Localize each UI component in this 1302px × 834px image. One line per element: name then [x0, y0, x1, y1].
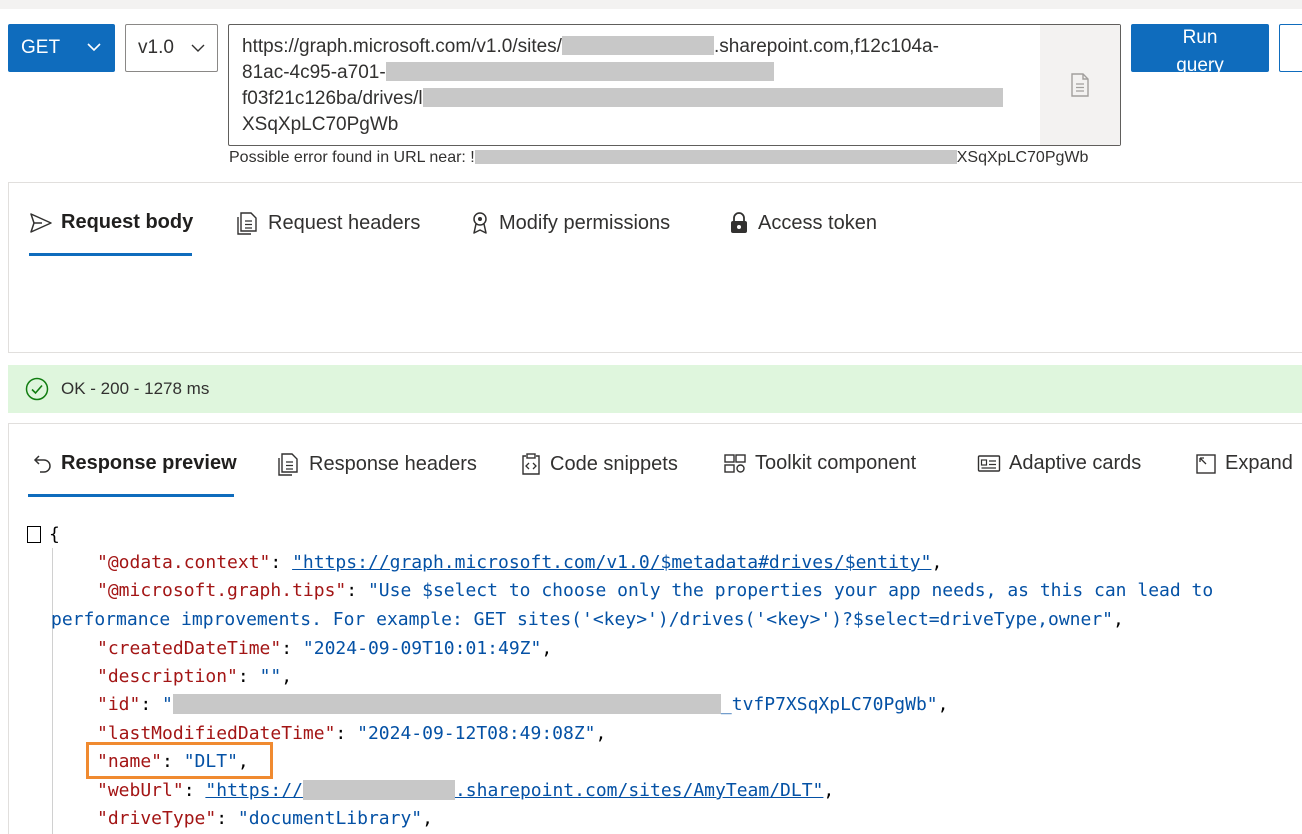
url-line-3: f03f21c126ba/drives/l — [242, 88, 423, 109]
json-key: "lastModifiedDateTime" — [97, 723, 336, 744]
url-line-1b: .sharepoint.com,f12c104a- — [713, 36, 939, 57]
json-line-weburl: "webUrl": "https://.sharepoint.com/sites… — [97, 780, 835, 801]
redacted-block — [385, 62, 774, 81]
code-clipboard-icon — [522, 453, 540, 475]
url-error-message: Possible error found in URL near: ! XSqXp… — [229, 149, 1088, 167]
http-method-dropdown[interactable]: GET — [8, 24, 115, 72]
json-value: " — [162, 694, 173, 715]
check-circle-icon — [25, 377, 49, 401]
json-value: "2024-09-12T08:49:08Z" — [357, 723, 596, 744]
json-link[interactable]: .sharepoint.com/sites/AmyTeam/DLT" — [455, 780, 823, 801]
json-value: "2024-09-09T10:01:49Z" — [302, 638, 542, 659]
json-line-created: "createdDateTime": "2024-09-09T10:01:49Z… — [97, 638, 553, 659]
tab-request-body[interactable]: Request body — [29, 211, 193, 234]
url-line-1: https://graph.microsoft.com/v1.0/sites/ — [242, 36, 562, 57]
json-line-id: "id": " _tvfP7XSqXpLC70PgWb", — [97, 694, 949, 715]
json-value: _tvfP7XSqXpLC70PgWb" — [720, 694, 938, 715]
url-text: https://graph.microsoft.com/v1.0/sites/.… — [242, 34, 1003, 138]
tab-adaptive-cards[interactable]: Adaptive cards — [977, 452, 1141, 475]
json-key: "id" — [97, 694, 141, 715]
tab-label: Adaptive cards — [1009, 452, 1142, 474]
toolkit-icon — [724, 453, 746, 473]
active-tab-indicator — [28, 494, 234, 497]
json-line-context: "@odata.context": "https://graph.microso… — [97, 552, 943, 573]
redacted-block — [302, 780, 455, 800]
highlight-box — [86, 742, 273, 779]
json-link[interactable]: "https://graph.microsoft.com/v1.0/$metad… — [292, 552, 931, 573]
headers-doc-icon — [278, 453, 298, 476]
json-value: "" — [259, 666, 282, 687]
tab-code-snippets[interactable]: Code snippets — [520, 452, 678, 476]
lock-icon — [731, 212, 747, 233]
tab-label: Response preview — [61, 452, 237, 474]
send-icon — [30, 212, 52, 233]
redacted-block — [422, 88, 1003, 107]
tab-label: Access token — [758, 211, 877, 234]
json-line-drivetype: "driveType": "documentLibrary", — [97, 808, 433, 829]
headers-doc-icon — [237, 212, 257, 235]
chevron-down-icon — [191, 44, 205, 52]
chevron-down-icon — [87, 43, 101, 52]
undo-arrow-icon — [33, 454, 51, 473]
run-query-button[interactable]: Run query — [1131, 24, 1269, 72]
json-key: "@odata.context" — [97, 552, 271, 573]
json-key: "webUrl" — [97, 780, 184, 801]
tab-label: Toolkit component — [755, 452, 917, 474]
json-open-brace: { — [49, 524, 60, 545]
url-line-2: 81ac-4c95-a701- — [242, 62, 386, 83]
tab-toolkit-component[interactable]: Toolkit component — [723, 452, 916, 475]
json-link[interactable]: "https:// — [205, 780, 303, 801]
tab-label: Response headers — [309, 452, 477, 475]
indent-guide — [52, 548, 53, 834]
tab-response-headers[interactable]: Response headers — [277, 452, 477, 476]
card-icon — [977, 454, 1001, 472]
json-value: "Use $select to choose only the properti… — [367, 580, 1214, 601]
redacted-block — [561, 36, 714, 55]
tab-label: Code snippets — [550, 452, 678, 475]
url-error-suffix: XSqXpLC70PgWb — [956, 149, 1089, 166]
tab-label: Request headers — [268, 211, 421, 234]
response-status-bar: OK - 200 - 1278 ms — [8, 365, 1302, 413]
http-method-label: GET — [21, 37, 61, 58]
tab-expand[interactable]: Expand — [1195, 452, 1293, 475]
json-line-tips: "@microsoft.graph.tips": "Use $select to… — [97, 580, 1214, 601]
json-value: "documentLibrary" — [237, 808, 423, 829]
tab-modify-permissions[interactable]: Modify permissions — [469, 211, 670, 235]
tab-label: Request body — [61, 211, 194, 233]
url-line-4: XSqXpLC70PgWb — [242, 114, 399, 135]
version-dropdown[interactable]: v1.0 — [125, 24, 218, 72]
tab-response-preview[interactable]: Response preview — [33, 452, 237, 475]
json-line-tips-cont: performance improvements. For example: G… — [51, 609, 1124, 630]
document-button[interactable] — [1040, 25, 1120, 145]
top-strip — [0, 0, 1302, 9]
collapse-toggle[interactable] — [27, 526, 41, 543]
tab-label: Modify permissions — [499, 211, 671, 234]
redacted-block — [474, 150, 957, 164]
json-key: "@microsoft.graph.tips" — [97, 580, 347, 601]
url-error-prefix: Possible error found in URL near: ! — [229, 149, 475, 166]
json-value: performance improvements. For example: G… — [51, 609, 1114, 630]
run-query-label: Run query — [1176, 27, 1224, 72]
share-query-button[interactable] — [1279, 24, 1302, 72]
active-tab-indicator — [29, 253, 192, 256]
request-url-input[interactable]: https://graph.microsoft.com/v1.0/sites/.… — [228, 24, 1121, 146]
tab-label: Expand — [1225, 452, 1293, 474]
permissions-icon — [473, 212, 487, 234]
tab-access-token[interactable]: Access token — [728, 211, 877, 235]
request-panel: Request body Request headers Modify perm… — [8, 182, 1302, 353]
document-icon — [1071, 73, 1089, 97]
version-label: v1.0 — [138, 37, 174, 58]
status-text: OK - 200 - 1278 ms — [61, 379, 210, 398]
json-line-modified: "lastModifiedDateTime": "2024-09-12T08:4… — [97, 723, 607, 744]
json-key: "driveType" — [97, 808, 217, 829]
redacted-block — [172, 694, 721, 714]
expand-icon — [1196, 453, 1216, 474]
json-key: "description" — [97, 666, 238, 687]
json-line-description: "description": "", — [97, 666, 293, 687]
json-key: "createdDateTime" — [97, 638, 282, 659]
tab-request-headers[interactable]: Request headers — [236, 211, 420, 235]
